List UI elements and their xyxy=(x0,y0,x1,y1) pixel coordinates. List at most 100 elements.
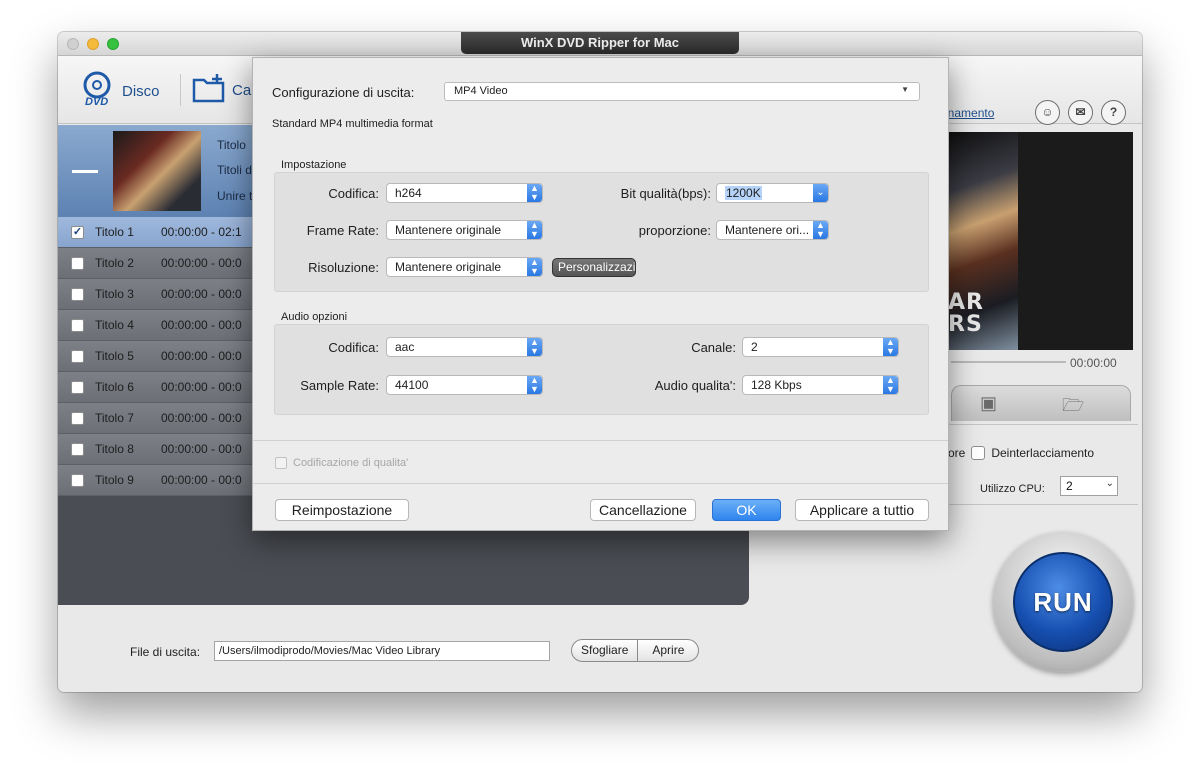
sample-rate-value: 44100 xyxy=(395,378,429,392)
quality-encoding-checkbox xyxy=(275,457,287,469)
title-time: 00:00:00 - 00:0 xyxy=(161,411,242,425)
stepper-arrows-icon: ▲ ▼ xyxy=(813,221,828,239)
chevron-down-icon: ⌄ xyxy=(1105,478,1114,489)
audio-quality-value: 128 Kbps xyxy=(751,378,802,392)
bitrate-select[interactable]: 1200K ⌄ xyxy=(716,183,829,203)
framerate-select[interactable]: Mantenere originale ▲ ▼ xyxy=(386,220,543,240)
stepper-arrows-icon: ▲ ▼ xyxy=(527,221,542,239)
title-name: Titolo 2 xyxy=(95,256,134,270)
merge-titles-label: Unire t xyxy=(217,189,253,203)
channel-select[interactable]: 2 ▲ ▼ xyxy=(742,337,899,357)
mail-icon[interactable]: ✉ xyxy=(1068,100,1093,125)
title-time: 00:00:00 - 00:0 xyxy=(161,256,242,270)
title-checkbox[interactable] xyxy=(71,442,84,456)
svg-text:DVD: DVD xyxy=(85,96,108,108)
apply-to-all-button[interactable]: Applicare a tuttio xyxy=(795,499,929,521)
help-icon[interactable]: ? xyxy=(1101,100,1126,125)
output-folder-label: File di uscita: xyxy=(130,645,201,659)
open-folder-icon[interactable]: 🗁 xyxy=(1062,393,1084,423)
resolution-select[interactable]: Mantenere originale ▲ ▼ xyxy=(386,257,543,277)
cancel-button[interactable]: Cancellazione xyxy=(590,499,696,521)
bitrate-label: Bit qualità(bps): xyxy=(620,186,711,201)
aspect-ratio-label: proporzione: xyxy=(638,223,711,238)
title-checkbox[interactable] xyxy=(71,380,84,394)
title-name: Titolo 6 xyxy=(95,380,134,394)
aspect-ratio-select[interactable]: Mantenere ori... ▲ ▼ xyxy=(716,220,829,240)
sample-rate-select[interactable]: 44100 ▲ ▼ xyxy=(386,375,543,395)
stepper-arrows-icon: ▲ ▼ xyxy=(883,338,898,356)
title-checkbox[interactable] xyxy=(71,349,84,363)
title-checkbox[interactable] xyxy=(71,411,84,425)
audio-codec-value: aac xyxy=(395,340,415,354)
title-time: 00:00:00 - 00:0 xyxy=(161,349,242,363)
title-checkbox[interactable] xyxy=(71,318,84,332)
deinterlace-checkbox[interactable] xyxy=(971,446,986,460)
toolbar-divider xyxy=(180,74,181,106)
cpu-usage-value: 2 xyxy=(1066,479,1073,493)
title-name: Titolo 3 xyxy=(95,287,134,301)
title-checkbox[interactable] xyxy=(71,256,84,270)
minimize-window-button[interactable] xyxy=(87,38,99,50)
audio-quality-select[interactable]: 128 Kbps ▲ ▼ xyxy=(742,375,899,395)
title-name: Titolo 1 xyxy=(95,225,134,239)
title-time: 00:00:00 - 00:0 xyxy=(161,318,242,332)
title-time: 00:00:00 - 02:1 xyxy=(161,225,242,239)
audio-codec-select[interactable]: aac ▲ ▼ xyxy=(386,337,543,357)
output-folder-buttons: Sfogliare Aprire xyxy=(571,639,700,662)
format-description: Standard MP4 multimedia format xyxy=(272,118,433,130)
framerate-value: Mantenere originale xyxy=(395,223,502,237)
cpu-usage-select[interactable]: 2 ⌄ xyxy=(1060,476,1118,496)
title-name: Titolo 5 xyxy=(95,349,134,363)
open-folder-button[interactable]: Aprire xyxy=(637,640,698,661)
poster-title-text: AR RS xyxy=(948,290,984,337)
video-codec-select[interactable]: h264 ▲ ▼ xyxy=(386,183,543,203)
customize-resolution-button[interactable]: Personalizzazi xyxy=(552,258,636,277)
deinterlace-option[interactable]: ore Deinterlacciamento xyxy=(948,446,1094,460)
title-name: Titolo 9 xyxy=(95,473,134,487)
account-icon[interactable]: ☺ xyxy=(1035,100,1060,125)
source-title-label: Titolo xyxy=(217,138,246,152)
video-codec-value: h264 xyxy=(395,186,422,200)
snapshot-camera-icon[interactable]: ▣ xyxy=(980,393,997,414)
title-checkbox[interactable] xyxy=(71,287,84,301)
source-thumbnail xyxy=(113,131,201,211)
sample-rate-label: Sample Rate: xyxy=(300,378,379,393)
title-checkbox[interactable] xyxy=(71,473,84,487)
audio-settings-group: Codifica: aac ▲ ▼ Canale: 2 ▲ ▼ Sample Rat… xyxy=(274,324,929,415)
remove-source-icon[interactable] xyxy=(72,170,98,173)
title-name: Titolo 4 xyxy=(95,318,134,332)
deinterlace-label: Deinterlacciamento xyxy=(991,446,1095,460)
title-time: 00:00:00 - 00:0 xyxy=(161,442,242,456)
source-titles-label: Titoli d xyxy=(217,163,252,177)
title-time: 00:00:00 - 00:0 xyxy=(161,287,242,301)
add-folder-button[interactable]: Ca xyxy=(191,72,251,109)
disc-button[interactable]: DVD Disco xyxy=(80,70,160,113)
close-window-button[interactable] xyxy=(67,38,79,50)
browse-button[interactable]: Sfogliare xyxy=(572,640,637,661)
preview-poster: AR RS xyxy=(948,132,1018,350)
ok-button[interactable]: OK xyxy=(712,499,781,521)
stepper-arrows-icon: ▲ ▼ xyxy=(527,258,542,276)
preview-progress-slider[interactable] xyxy=(951,361,1066,363)
title-bar: WinX DVD Ripper for Mac xyxy=(58,32,1142,56)
output-config-value: MP4 Video xyxy=(454,85,508,97)
aspect-ratio-value: Mantenere ori... xyxy=(725,223,810,237)
output-path-field[interactable]: /Users/ilmodiprodo/Movies/Mac Video Libr… xyxy=(214,641,550,661)
audio-codec-label: Codifica: xyxy=(328,340,379,355)
chevron-down-icon: ⌄ xyxy=(813,184,828,202)
output-config-select[interactable]: MP4 Video ▼ xyxy=(444,82,920,101)
reset-button[interactable]: Reimpostazione xyxy=(275,499,409,521)
add-folder-icon xyxy=(191,72,229,109)
title-checkbox[interactable]: ✓ xyxy=(71,225,84,239)
framerate-label: Frame Rate: xyxy=(306,223,379,238)
options-divider xyxy=(948,424,1138,425)
add-folder-label: Ca xyxy=(232,82,252,99)
stepper-arrows-icon: ▲ ▼ xyxy=(527,184,542,202)
video-group-title: Impostazione xyxy=(281,159,347,171)
maximize-window-button[interactable] xyxy=(107,38,119,50)
preview-time: 00:00:00 xyxy=(1070,356,1117,370)
cpu-usage-label: Utilizzo CPU: xyxy=(980,483,1045,495)
stepper-arrows-icon: ▲ ▼ xyxy=(527,338,542,356)
output-bar: File di uscita: /Users/ilmodiprodo/Movie… xyxy=(58,605,1142,692)
dvd-disc-icon: DVD xyxy=(80,70,118,113)
